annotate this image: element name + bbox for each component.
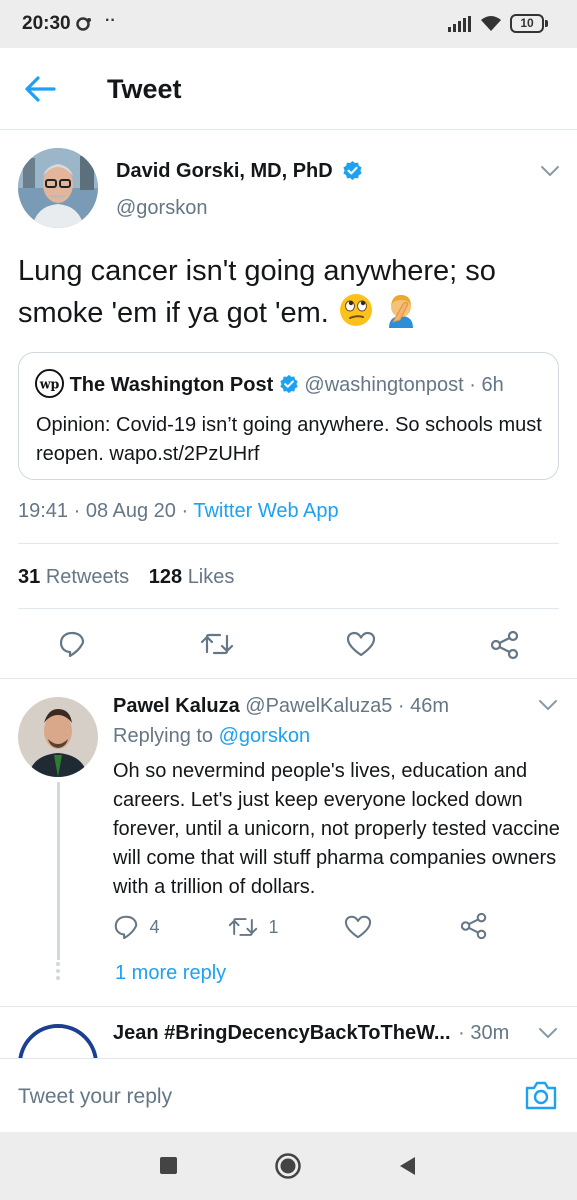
quoted-tweet-card[interactable]: wp The Washington Post @washingtonpost ·… <box>18 352 559 480</box>
back-button[interactable] <box>397 1155 417 1177</box>
back-arrow-icon[interactable] <box>20 70 60 108</box>
reply-text: Oh so nevermind people's lives, educatio… <box>113 760 560 898</box>
reply-icon[interactable] <box>58 630 86 658</box>
verified-badge-icon <box>343 160 362 180</box>
thread-line <box>57 782 60 960</box>
share-icon[interactable] <box>460 912 488 940</box>
face-with-rolling-eyes-emoji <box>339 294 372 326</box>
author-handle[interactable]: @gorskon <box>116 197 207 220</box>
retweet-count: 1 <box>268 916 279 937</box>
retweet-icon[interactable] <box>228 914 258 940</box>
reply-header: Pawel Kaluza @PawelKaluza5 · 46m <box>113 695 449 718</box>
more-notifications-icon: ·· <box>105 12 116 29</box>
author-name[interactable]: David Gorski, MD, PhD <box>116 160 333 182</box>
tweet-stats: 31 Retweets 128 Likes <box>18 566 234 589</box>
svg-text:wp: wp <box>39 376 60 391</box>
next-reply-time: 30m <box>470 1022 510 1044</box>
quoted-author-name: The Washington Post <box>69 373 274 396</box>
reply-author-name[interactable]: Pawel Kaluza <box>113 695 240 717</box>
home-button[interactable] <box>274 1152 302 1180</box>
like-icon[interactable] <box>346 630 376 658</box>
battery-tip <box>545 20 548 27</box>
tweet-time: 19:41 <box>18 500 69 522</box>
retweets-stat[interactable]: 31 Retweets <box>18 566 129 588</box>
next-reply-header: Jean #BringDecencyBackToTheW... · 30m <box>113 1022 509 1045</box>
quoted-tweet-time: · 6h <box>469 373 504 396</box>
reply-count: 4 <box>149 916 160 937</box>
tweet-meta: 19:41 · 08 Aug 20 · Twitter Web App <box>18 500 339 523</box>
tweet-source-link[interactable]: Twitter Web App <box>193 500 338 522</box>
next-reply-time-sep: · <box>458 1022 465 1044</box>
notification-icon <box>76 17 91 31</box>
wifi-icon <box>481 16 501 31</box>
washington-post-logo: wp <box>35 369 64 398</box>
divider <box>18 608 559 609</box>
like-icon[interactable] <box>344 914 372 940</box>
chevron-down-icon[interactable] <box>538 699 558 711</box>
tweet-text-line: Lung cancer isn't going anywhere; so <box>18 255 496 287</box>
reply-author-avatar[interactable] <box>18 697 98 777</box>
recent-apps-button[interactable] <box>160 1157 177 1174</box>
reply-action-reply[interactable]: 4 <box>113 914 159 940</box>
status-bar: 20:30 ·· 10 <box>0 0 577 48</box>
quoted-author-handle: @washingtonpost <box>304 373 464 396</box>
camera-icon[interactable] <box>524 1079 558 1111</box>
tweet-text: Lung cancer isn't going anywhere; so smo… <box>18 250 563 334</box>
verified-badge-icon <box>280 374 298 394</box>
next-reply-author-name[interactable]: Jean #BringDecencyBackToTheW... <box>113 1022 451 1044</box>
likes-stat[interactable]: 128 Likes <box>149 566 235 588</box>
more-replies-link[interactable]: 1 more reply <box>115 962 226 985</box>
reply-action-retweet[interactable]: 1 <box>228 914 278 940</box>
signal-icon <box>448 16 471 32</box>
system-nav-bar <box>0 1132 577 1200</box>
reply-author-handle[interactable]: @PawelKaluza5 <box>245 695 392 717</box>
status-time: 20:30 <box>22 13 71 34</box>
reply-input[interactable]: Tweet your reply <box>18 1085 172 1109</box>
thread-dots <box>55 962 61 983</box>
replying-to: Replying to @gorskon <box>113 725 311 747</box>
share-icon[interactable] <box>490 630 520 660</box>
quoted-tweet-header: wp The Washington Post @washingtonpost ·… <box>35 369 504 398</box>
tweet-text-line: smoke 'em if ya got 'em. <box>18 297 329 329</box>
quoted-tweet-text: Opinion: Covid-19 isn’t going anywhere. … <box>36 414 542 465</box>
divider <box>0 1006 577 1007</box>
divider <box>18 543 559 544</box>
chevron-down-icon[interactable] <box>538 1027 558 1039</box>
retweet-icon[interactable] <box>200 630 234 658</box>
battery-icon: 10 <box>510 14 544 33</box>
page-title: Tweet <box>107 74 182 104</box>
author-avatar[interactable] <box>18 148 98 228</box>
tweet-date: · 08 Aug 20 · <box>73 500 189 522</box>
reply-composer[interactable]: Tweet your reply <box>0 1058 577 1132</box>
divider <box>0 678 577 679</box>
reply-icon[interactable] <box>113 914 139 940</box>
chevron-down-icon[interactable] <box>540 165 560 177</box>
reply-time: · 46m <box>397 695 450 717</box>
replying-to-handle-link[interactable]: @gorskon <box>219 725 310 747</box>
person-facepalming-emoji <box>388 295 413 328</box>
app-header: Tweet <box>0 48 577 130</box>
battery-level: 10 <box>520 16 534 30</box>
author-name-row[interactable]: David Gorski, MD, PhD <box>116 160 363 183</box>
